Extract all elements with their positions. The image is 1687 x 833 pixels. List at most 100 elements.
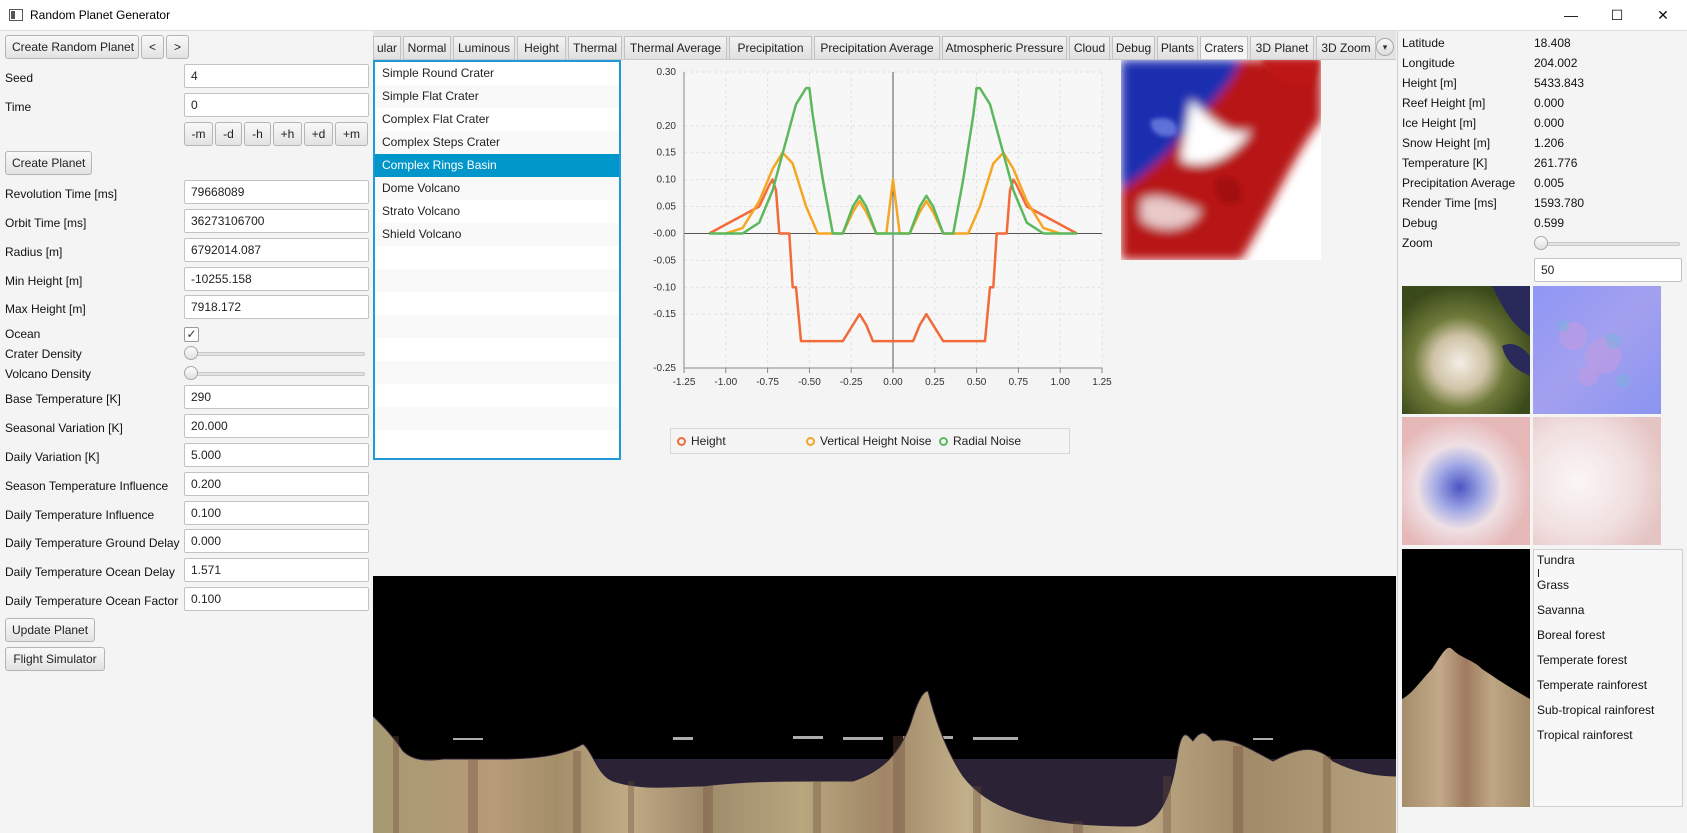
minimize-button[interactable]: — [1548,0,1594,31]
time-plus-month-button[interactable]: +m [335,122,368,146]
slider-thumb[interactable] [1534,236,1548,250]
x-tick-label: 1.00 [1050,377,1070,388]
info-key-snow-height: Snow Height [m] [1402,136,1491,150]
tab-debug[interactable]: Debug [1112,36,1155,59]
list-item[interactable]: Simple Round Crater [375,62,619,85]
tab-ular[interactable]: ular [373,36,401,59]
biome-savanna: Savanna [1537,603,1585,617]
y-tick-label: -0.15 [653,309,676,320]
x-tick-label: -1.00 [714,377,737,388]
y-tick-label: 0.30 [657,67,677,78]
empty-list-row [375,361,619,384]
tab-craters[interactable]: Craters [1200,36,1248,59]
maximize-button[interactable]: ☐ [1594,0,1640,31]
time-plus-hour-button[interactable]: +h [273,122,302,146]
time-minus-hour-button[interactable]: -h [244,122,271,146]
orbit-time-input[interactable]: 36273106700 [184,209,369,233]
base-temperature-input[interactable]: 290 [184,385,369,409]
time-input[interactable]: 0 [184,93,369,117]
time-minus-day-button[interactable]: -d [215,122,242,146]
crater-density-slider[interactable] [184,346,365,360]
x-tick-label: 0.50 [967,377,987,388]
time-plus-day-button[interactable]: +d [304,122,333,146]
season-temperature-influence-input[interactable]: 0.200 [184,472,369,496]
ocean-checkbox[interactable]: ✓ [184,327,199,342]
normal-map-tile [1533,286,1661,414]
tab-plants[interactable]: Plants [1157,36,1198,59]
daily-temperature-ocean-factor-label: Daily Temperature Ocean Factor [5,594,179,608]
normal-map-graphic [1533,286,1661,414]
ocean-label: Ocean [5,327,41,341]
crater-type-list[interactable]: Simple Round Crater Simple Flat Crater C… [373,60,621,460]
time-minus-month-button[interactable]: -m [184,122,213,146]
crater-height-map-image [1121,60,1321,260]
list-item[interactable]: Complex Steps Crater [375,131,619,154]
empty-list-row [375,430,619,453]
radius-label: Radius [m] [5,245,63,259]
list-item[interactable]: Simple Flat Crater [375,85,619,108]
daily-temperature-influence-input[interactable]: 0.100 [184,501,369,525]
min-height-input[interactable]: -10255.158 [184,267,369,291]
biome-elevation-graphic [1402,549,1530,807]
seed-input[interactable]: 4 [184,64,369,88]
tab-overflow-chevron-down-icon[interactable]: ▾ [1376,38,1394,56]
close-button[interactable]: ✕ [1640,0,1686,31]
tab-height[interactable]: Height [517,36,566,59]
legend-symbol [677,437,686,446]
tab-luminous[interactable]: Luminous [453,36,515,59]
tab-thermal[interactable]: Thermal [568,36,622,59]
x-tick-label: 0.00 [883,377,903,388]
list-item-selected[interactable]: Complex Rings Basin [375,154,619,177]
season-temperature-influence-label: Season Temperature Influence [5,479,169,493]
radius-input[interactable]: 6792014.087 [184,238,369,262]
tab-3d-planet[interactable]: 3D Planet [1250,36,1314,59]
empty-list-row [375,292,619,315]
tab-cloud[interactable]: Cloud [1069,36,1110,59]
revolution-time-input[interactable]: 79668089 [184,180,369,204]
title-bar: Random Planet Generator — ☐ ✕ [0,0,1687,31]
crater-density-label: Crater Density [5,347,82,361]
3d-terrain-view[interactable] [373,576,1396,833]
empty-list-row [375,269,619,292]
list-item[interactable]: Complex Flat Crater [375,108,619,131]
previous-button[interactable]: < [141,35,164,59]
tab-thermal-average[interactable]: Thermal Average [624,36,727,59]
volcano-density-slider[interactable] [184,366,365,380]
list-item[interactable]: Shield Volcano [375,223,619,246]
biome-elevation-view [1402,549,1530,807]
daily-temperature-ocean-factor-input[interactable]: 0.100 [184,587,369,611]
seasonal-variation-label: Seasonal Variation [K] [5,421,123,435]
biome-legend: Tundra Grass Savanna Boreal forest Tempe… [1533,549,1683,807]
tab-precipitation[interactable]: Precipitation [729,36,812,59]
create-random-planet-button[interactable]: Create Random Planet [5,35,139,59]
legend-label: Vertical Height Noise [820,434,932,448]
tab-precipitation-average[interactable]: Precipitation Average [814,36,940,59]
tab-normal[interactable]: Normal [403,36,451,59]
tab-3d-zoom[interactable]: 3D Zoom [1316,36,1376,59]
flight-simulator-button[interactable]: Flight Simulator [5,647,105,671]
seasonal-variation-input[interactable]: 20.000 [184,414,369,438]
biome-grass: Grass [1537,578,1570,592]
height-map-graphic [1121,60,1321,260]
slider-thumb[interactable] [184,366,198,380]
tab-atmospheric-pressure[interactable]: Atmospheric Pressure [942,36,1067,59]
y-tick-label: 0.15 [657,148,677,159]
x-tick-label: -0.75 [756,377,779,388]
info-key-debug: Debug [1402,216,1438,230]
zoom-slider[interactable] [1534,236,1680,250]
update-planet-button[interactable]: Update Planet [5,618,95,642]
info-key-height: Height [m] [1402,76,1457,90]
info-value-render-time: 1593.780 [1534,196,1585,210]
thermal-map-graphic [1402,417,1530,545]
next-button[interactable]: > [166,35,189,59]
max-height-input[interactable]: 7918.172 [184,295,369,319]
list-item[interactable]: Dome Volcano [375,177,619,200]
daily-variation-input[interactable]: 5.000 [184,443,369,467]
list-item[interactable]: Strato Volcano [375,200,619,223]
slider-thumb[interactable] [184,346,198,360]
zoom-input[interactable]: 50 [1534,258,1682,282]
daily-temperature-ocean-delay-label: Daily Temperature Ocean Delay [5,565,175,579]
daily-temperature-ground-delay-input[interactable]: 0.000 [184,529,369,553]
daily-temperature-ocean-delay-input[interactable]: 1.571 [184,558,369,582]
create-planet-button[interactable]: Create Planet [5,151,92,175]
